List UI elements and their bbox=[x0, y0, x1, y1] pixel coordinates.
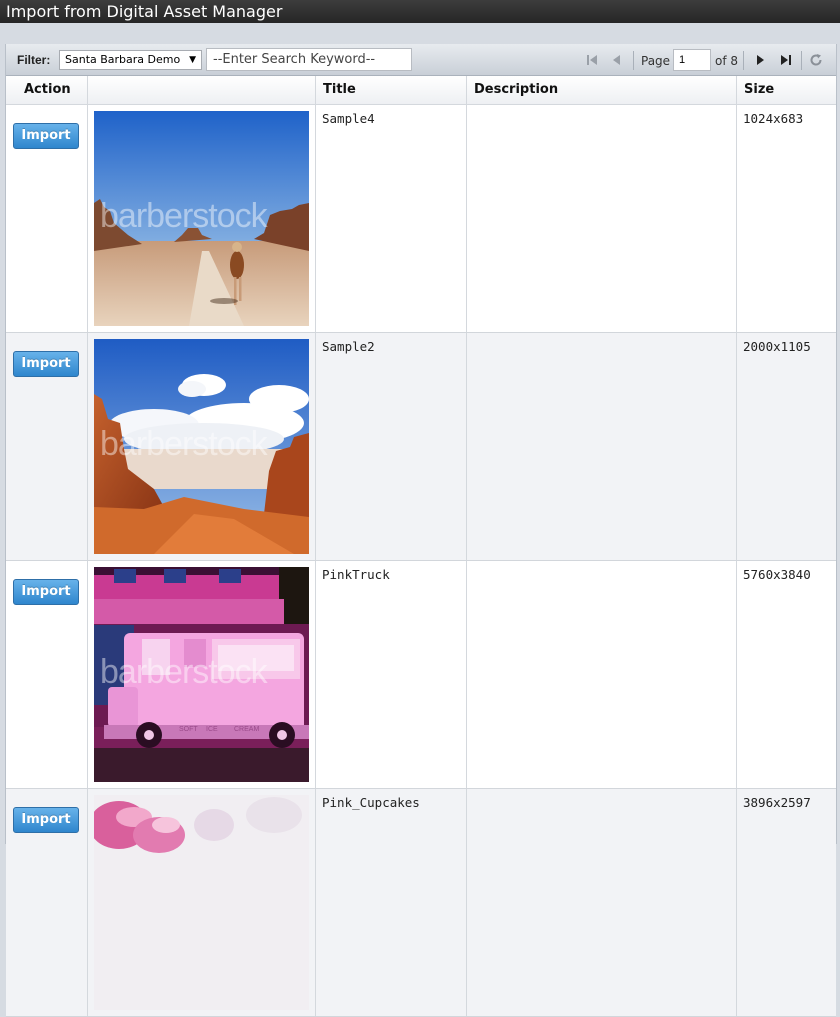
page-count: of 8 bbox=[715, 54, 739, 68]
thumbnail-cell: SOFT ICE CREAM barberstock bbox=[88, 561, 316, 788]
asset-title: PinkTruck bbox=[322, 567, 390, 582]
truck-text-cream: CREAM bbox=[234, 726, 259, 733]
pager-separator bbox=[633, 51, 634, 70]
description-cell bbox=[467, 561, 737, 788]
filter-label: Filter: bbox=[17, 53, 51, 67]
table-row: Import Pink_Cupcakes 3896x2597 bbox=[6, 789, 836, 1017]
grid-toolbar: Filter: Santa Barbara Demo ▼ Page of 8 bbox=[6, 44, 836, 76]
title-cell: Sample2 bbox=[316, 333, 467, 560]
column-header-description[interactable]: Description bbox=[467, 76, 737, 104]
dropdown-caret-icon: ▼ bbox=[189, 55, 196, 65]
asset-size: 1024x683 bbox=[743, 111, 804, 126]
page-label: Page bbox=[641, 54, 671, 68]
import-button[interactable]: Import bbox=[13, 351, 79, 377]
pager-separator bbox=[743, 51, 744, 70]
table-row: Import bbox=[6, 561, 836, 789]
last-page-icon[interactable] bbox=[778, 52, 794, 68]
title-cell: Sample4 bbox=[316, 105, 467, 332]
table-row: Import bbox=[6, 333, 836, 561]
pager-separator bbox=[801, 51, 802, 70]
size-cell: 5760x3840 bbox=[737, 561, 836, 788]
thumbnail-watermark: barberstock bbox=[100, 425, 268, 463]
asset-title: Sample4 bbox=[322, 111, 375, 126]
size-cell: 2000x1105 bbox=[737, 333, 836, 560]
size-cell: 3896x2597 bbox=[737, 789, 836, 1016]
import-button[interactable]: Import bbox=[13, 807, 79, 833]
size-cell: 1024x683 bbox=[737, 105, 836, 332]
column-header-action[interactable]: Action bbox=[6, 76, 88, 104]
column-header-thumbnail bbox=[88, 76, 316, 104]
filter-selected-value: Santa Barbara Demo bbox=[65, 53, 181, 66]
asset-thumbnail[interactable] bbox=[94, 795, 309, 1010]
action-cell: Import bbox=[6, 561, 88, 788]
asset-title: Sample2 bbox=[322, 339, 375, 354]
title-cell: PinkTruck bbox=[316, 561, 467, 788]
thumbnail-watermark: barberstock bbox=[100, 653, 268, 691]
thumbnail-cell: barberstock bbox=[88, 333, 316, 560]
thumbnail-cell bbox=[88, 789, 316, 1016]
action-cell: Import bbox=[6, 105, 88, 332]
asset-grid-panel: Filter: Santa Barbara Demo ▼ Page of 8 A… bbox=[5, 44, 837, 1017]
page-number-input[interactable] bbox=[673, 49, 711, 71]
action-cell: Import bbox=[6, 333, 88, 560]
description-cell bbox=[467, 333, 737, 560]
search-input[interactable] bbox=[206, 48, 412, 71]
asset-size: 2000x1105 bbox=[743, 339, 811, 354]
thumbnail-watermark: barberstock bbox=[100, 197, 268, 235]
column-header-title[interactable]: Title bbox=[316, 76, 467, 104]
window-title: Import from Digital Asset Manager bbox=[0, 0, 840, 23]
prev-page-icon[interactable] bbox=[609, 52, 625, 68]
table-row: Import bbox=[6, 105, 836, 333]
thumbnail-cell: barberstock bbox=[88, 105, 316, 332]
asset-size: 5760x3840 bbox=[743, 567, 811, 582]
truck-text-soft: SOFT bbox=[179, 726, 198, 733]
next-page-icon[interactable] bbox=[752, 52, 768, 68]
truck-text-ice: ICE bbox=[206, 726, 218, 733]
asset-title: Pink_Cupcakes bbox=[322, 795, 420, 810]
filter-select[interactable]: Santa Barbara Demo ▼ bbox=[59, 50, 202, 70]
import-button[interactable]: Import bbox=[13, 579, 79, 605]
action-cell: Import bbox=[6, 789, 88, 1016]
grid-header: Action Title Description Size bbox=[6, 76, 836, 105]
first-page-icon[interactable] bbox=[584, 52, 600, 68]
title-cell: Pink_Cupcakes bbox=[316, 789, 467, 1016]
import-button[interactable]: Import bbox=[13, 123, 79, 149]
description-cell bbox=[467, 789, 737, 1016]
description-cell bbox=[467, 105, 737, 332]
column-header-size[interactable]: Size bbox=[737, 76, 836, 104]
refresh-icon[interactable] bbox=[808, 52, 824, 68]
asset-size: 3896x2597 bbox=[743, 795, 811, 810]
